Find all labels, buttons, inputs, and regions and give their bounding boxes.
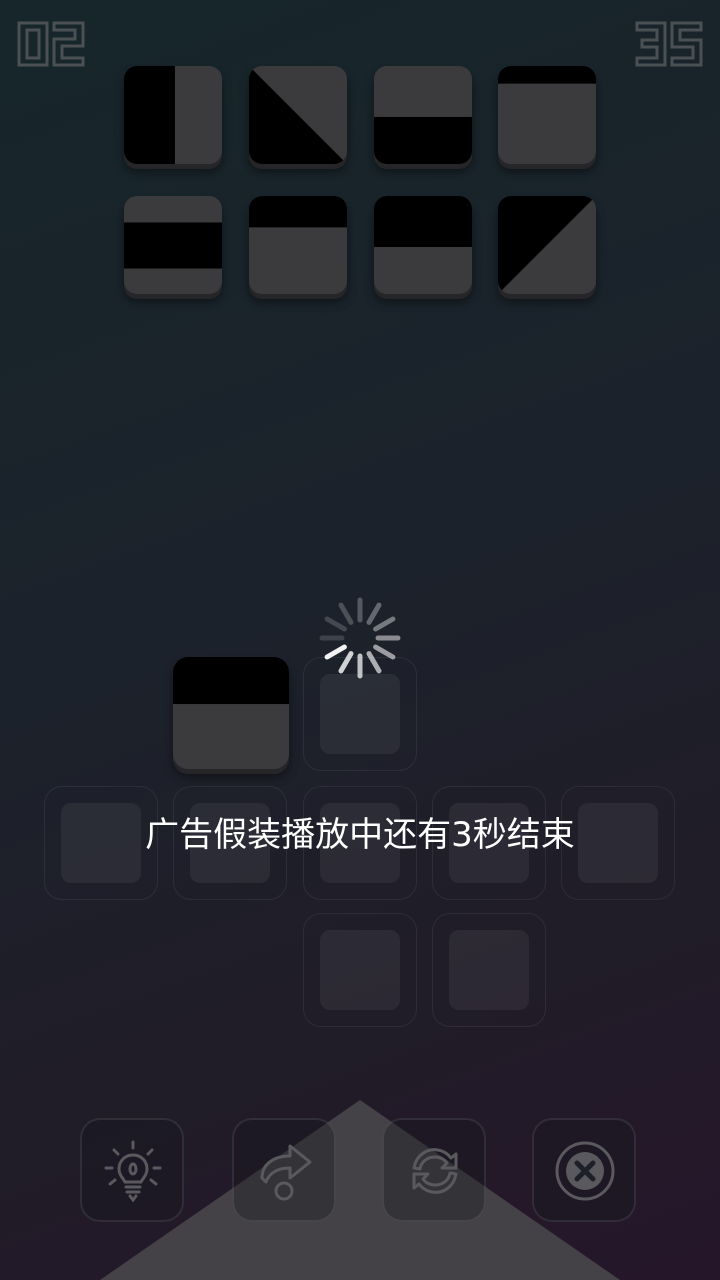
target-tile-6 [249,196,347,294]
level-counter: 02 [16,20,86,68]
moves-counter: 35 [634,20,704,68]
hint-button[interactable] [80,1118,184,1222]
board-slot[interactable] [303,913,417,1027]
board-slot[interactable] [432,913,546,1027]
target-tile-7 [374,196,472,294]
target-tile-3 [374,66,472,164]
ad-toast-message: 广告假装播放中还有3秒结束 [145,815,575,855]
lightbulb-icon [104,1140,162,1203]
target-tile-4 [498,66,596,164]
target-tile-5 [124,196,222,294]
exit-button[interactable] [532,1118,636,1222]
refresh-icon [412,1148,458,1194]
target-tile-1 [124,66,222,164]
placed-tile[interactable] [173,657,289,769]
level-digits [17,21,85,67]
redo-arrow-icon [260,1144,312,1201]
spinner-icon [312,590,408,686]
close-icon [555,1141,615,1201]
restart-button[interactable] [382,1118,486,1222]
target-tile-2 [249,66,347,164]
target-tile-8 [498,196,596,294]
moves-digits [635,21,703,67]
skip-button[interactable] [232,1118,336,1222]
